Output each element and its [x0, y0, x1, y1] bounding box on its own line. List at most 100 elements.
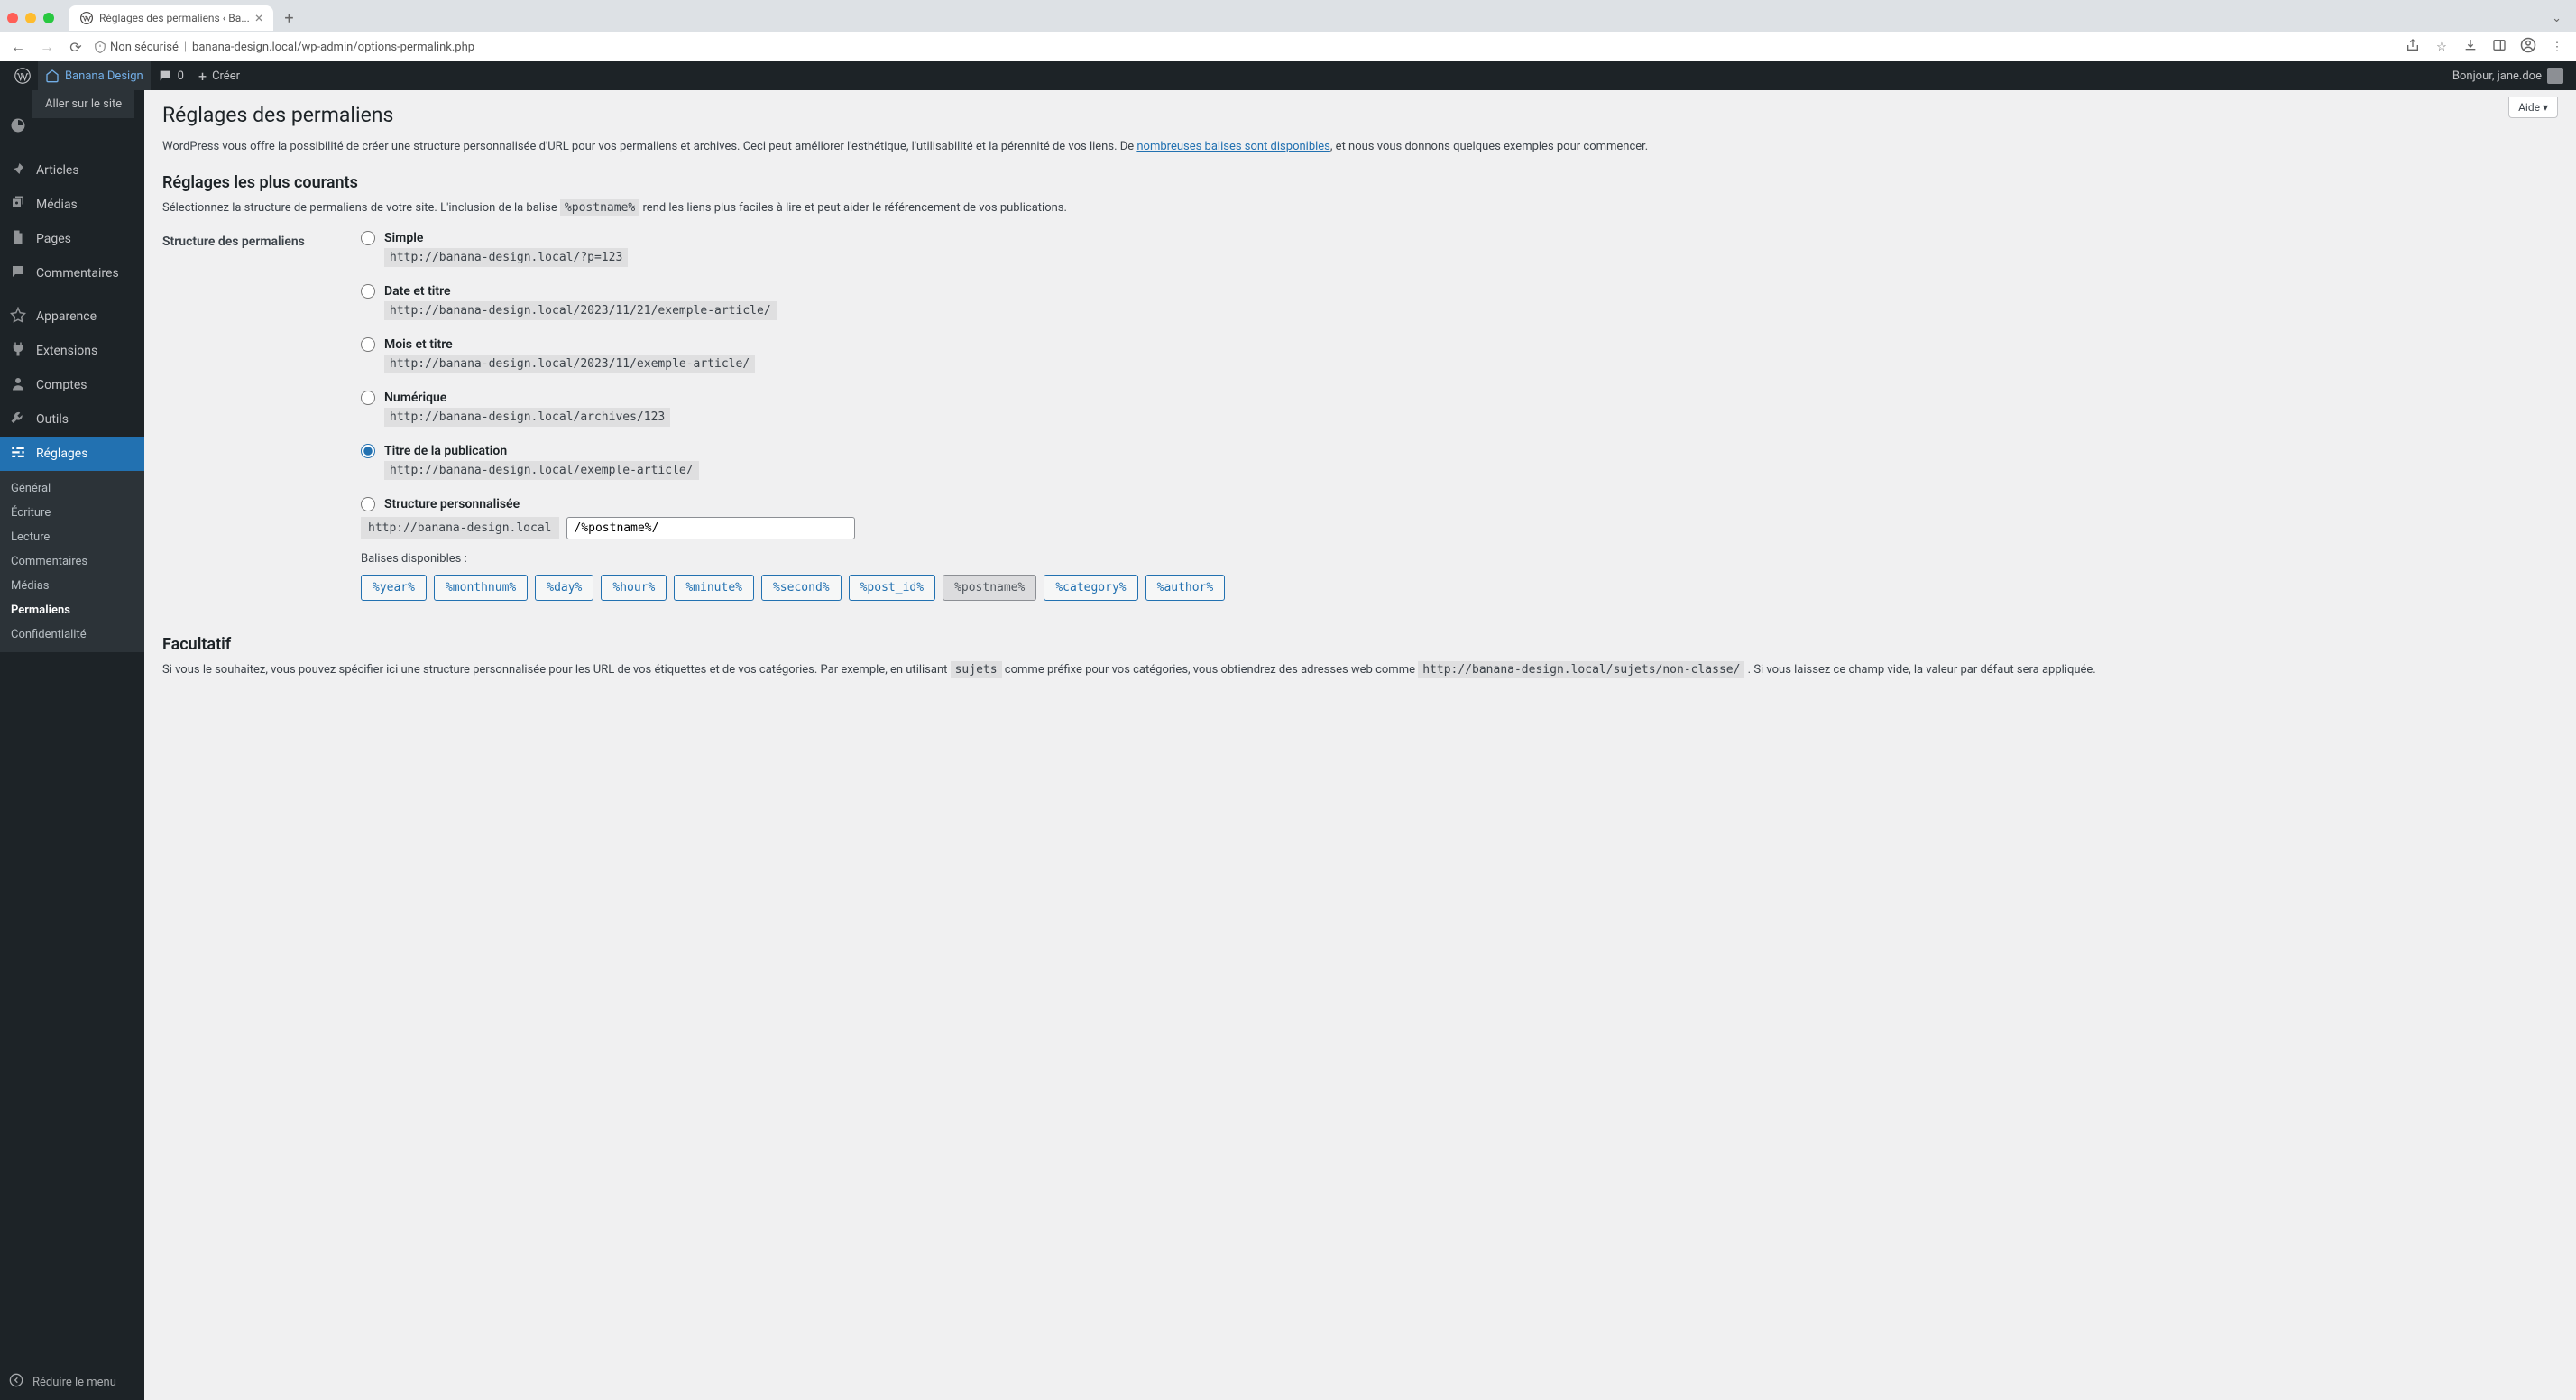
browser-tab[interactable]: Réglages des permaliens ‹ Ba... ×: [69, 5, 273, 31]
users-icon: [9, 375, 27, 395]
minimize-window-button[interactable]: [25, 13, 36, 23]
sidebar-item-comptes[interactable]: Comptes: [0, 368, 144, 402]
permalink-option-post-title: Titre de la publication http://banana-de…: [361, 444, 2558, 477]
sidebar-item-commentaires[interactable]: Commentaires: [0, 256, 144, 290]
balise-year[interactable]: %year%: [361, 575, 427, 601]
insecure-badge: Non sécurisé: [94, 41, 179, 54]
appearance-icon: [9, 307, 27, 327]
bookmark-icon[interactable]: ☆: [2433, 41, 2450, 54]
url-bar[interactable]: Non sécurisé | banana-design.local/wp-ad…: [94, 41, 2397, 54]
help-label: Aide: [2518, 101, 2540, 114]
submenu-general[interactable]: Général: [0, 476, 144, 501]
radio-simple[interactable]: [361, 231, 375, 245]
radio-custom[interactable]: [361, 497, 375, 511]
balises-label: Balises disponibles :: [361, 552, 2558, 566]
browser-chrome: Réglages des permaliens ‹ Ba... × + ⌄ ← …: [0, 0, 2576, 61]
comments-icon: [9, 263, 27, 283]
balises-row: %year% %monthnum% %day% %hour% %minute% …: [361, 575, 2558, 601]
sidebar-item-label: Comptes: [36, 378, 87, 392]
sidebar-item-reglages[interactable]: Réglages: [0, 437, 144, 471]
site-hover-submenu[interactable]: Aller sur le site: [32, 90, 134, 118]
sidebar-item-apparence[interactable]: Apparence: [0, 299, 144, 334]
pages-icon: [9, 229, 27, 249]
new-tab-button[interactable]: +: [284, 9, 293, 28]
radio-post-title[interactable]: [361, 444, 375, 458]
submenu-medias[interactable]: Médias: [0, 574, 144, 598]
radio-month-title[interactable]: [361, 337, 375, 352]
admin-sidebar: Aller sur le site Articles Médias Pages …: [0, 90, 144, 1400]
site-name-label: Banana Design: [65, 69, 143, 83]
tabs-dropdown-icon[interactable]: ⌄: [2552, 12, 2562, 25]
section-optional-title: Facultatif: [162, 635, 2558, 654]
sidebar-item-label: Pages: [36, 232, 71, 246]
window-controls: [7, 13, 54, 23]
maximize-window-button[interactable]: [43, 13, 54, 23]
intro-text: WordPress vous offre la possibilité de c…: [162, 138, 2558, 157]
submenu-confidentialite[interactable]: Confidentialité: [0, 622, 144, 647]
balise-category[interactable]: %category%: [1044, 575, 1137, 601]
label-numeric[interactable]: Numérique: [384, 391, 446, 405]
submenu-permaliens[interactable]: Permaliens: [0, 598, 144, 622]
custom-structure-input[interactable]: [566, 517, 855, 539]
plus-icon: +: [198, 68, 207, 85]
example-numeric: http://banana-design.local/archives/123: [384, 408, 670, 427]
balise-author[interactable]: %author%: [1145, 575, 1226, 601]
balise-second[interactable]: %second%: [761, 575, 842, 601]
balise-monthnum[interactable]: %monthnum%: [434, 575, 528, 601]
create-button[interactable]: + Créer: [191, 61, 247, 90]
submenu-lecture[interactable]: Lecture: [0, 525, 144, 549]
intro-link[interactable]: nombreuses balises sont disponibles: [1136, 140, 1330, 153]
label-simple[interactable]: Simple: [384, 231, 423, 245]
permalink-structure-label: Structure des permaliens: [162, 231, 325, 621]
sidebar-item-label: Réglages: [36, 447, 87, 461]
balise-hour[interactable]: %hour%: [601, 575, 667, 601]
dashboard-icon: [9, 117, 27, 137]
sidebar-item-label: Commentaires: [36, 266, 119, 281]
example-date-title: http://banana-design.local/2023/11/21/ex…: [384, 301, 777, 320]
label-date-title[interactable]: Date et titre: [384, 284, 451, 299]
forward-button[interactable]: →: [36, 38, 58, 56]
label-custom[interactable]: Structure personnalisée: [384, 497, 520, 511]
user-greeting[interactable]: Bonjour, jane.doe: [2452, 68, 2569, 84]
address-bar: ← → ⟳ Non sécurisé | banana-design.local…: [0, 32, 2576, 61]
settings-icon: [9, 444, 27, 464]
submenu-commentaires[interactable]: Commentaires: [0, 549, 144, 574]
section-common-subtitle: Sélectionnez la structure de permaliens …: [162, 201, 2558, 215]
close-window-button[interactable]: [7, 13, 18, 23]
wp-logo-button[interactable]: [7, 61, 38, 90]
menu-icon[interactable]: ⋮: [2549, 41, 2565, 54]
media-icon: [9, 195, 27, 215]
example-month-title: http://banana-design.local/2023/11/exemp…: [384, 355, 755, 373]
sidebar-item-medias[interactable]: Médias: [0, 188, 144, 222]
tab-close-icon[interactable]: ×: [255, 11, 263, 25]
insecure-label: Non sécurisé: [110, 41, 179, 54]
sidebar-item-pages[interactable]: Pages: [0, 222, 144, 256]
balise-postname[interactable]: %postname%: [943, 575, 1036, 601]
share-icon[interactable]: [2405, 38, 2421, 56]
comments-count: 0: [178, 69, 184, 83]
sidebar-item-label: Articles: [36, 163, 79, 178]
comments-button[interactable]: 0: [151, 61, 191, 90]
reload-button[interactable]: ⟳: [65, 39, 87, 56]
profile-icon[interactable]: [2520, 37, 2536, 57]
sidebar-item-articles[interactable]: Articles: [0, 153, 144, 188]
url-path: /wp-admin/options-permalink.php: [297, 41, 474, 54]
settings-submenu: Général Écriture Lecture Commentaires Mé…: [0, 471, 144, 652]
radio-date-title[interactable]: [361, 284, 375, 299]
label-post-title[interactable]: Titre de la publication: [384, 444, 507, 458]
sidebar-item-extensions[interactable]: Extensions: [0, 334, 144, 368]
help-tab[interactable]: Aide ▾: [2508, 97, 2558, 118]
collapse-menu-button[interactable]: Réduire le menu: [0, 1364, 144, 1400]
site-name-button[interactable]: Banana Design: [38, 61, 151, 90]
balise-minute[interactable]: %minute%: [674, 575, 754, 601]
greeting-label: Bonjour, jane.doe: [2452, 69, 2542, 83]
balise-postid[interactable]: %post_id%: [849, 575, 935, 601]
sidebar-item-outils[interactable]: Outils: [0, 402, 144, 437]
radio-numeric[interactable]: [361, 391, 375, 405]
download-icon[interactable]: [2462, 38, 2479, 56]
submenu-ecriture[interactable]: Écriture: [0, 501, 144, 525]
panel-icon[interactable]: [2491, 38, 2507, 56]
back-button[interactable]: ←: [7, 38, 29, 56]
label-month-title[interactable]: Mois et titre: [384, 337, 453, 352]
balise-day[interactable]: %day%: [535, 575, 593, 601]
